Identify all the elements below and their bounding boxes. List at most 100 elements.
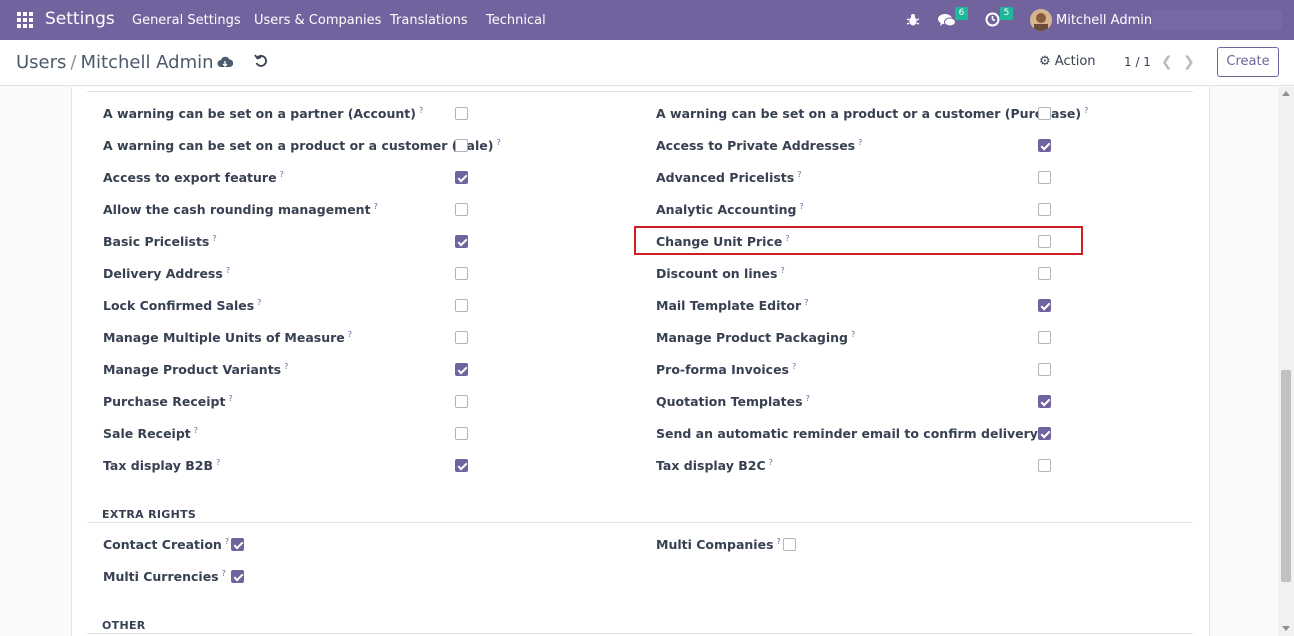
help-tooltip-icon[interactable]: ? [419, 106, 423, 115]
help-tooltip-icon[interactable]: ? [797, 170, 801, 179]
technical-right-label: Tax display B2C? [656, 458, 773, 474]
technical-right-label: Manage Product Packaging? [656, 330, 856, 346]
technical-left-checkbox[interactable] [455, 299, 468, 312]
technical-right-checkbox[interactable] [1038, 363, 1051, 376]
help-tooltip-icon[interactable]: ? [858, 138, 862, 147]
technical-left-checkbox[interactable] [455, 171, 468, 184]
technical-left-checkbox[interactable] [455, 235, 468, 248]
technical-left-label: Lock Confirmed Sales? [103, 298, 262, 314]
database-name-blurred [1152, 10, 1282, 30]
technical-right-label: Send an automatic reminder email to conf… [656, 426, 1045, 441]
help-tooltip-icon[interactable]: ? [769, 458, 773, 467]
menu-translations[interactable]: Translations [390, 13, 468, 28]
technical-left-checkbox[interactable] [455, 395, 468, 408]
help-tooltip-icon[interactable]: ? [194, 426, 198, 435]
help-tooltip-icon[interactable]: ? [226, 266, 230, 275]
user-avatar[interactable] [1030, 9, 1052, 31]
technical-left-checkbox[interactable] [455, 427, 468, 440]
breadcrumb: Users / Mitchell Admin [16, 52, 214, 73]
action-menu-button[interactable]: ⚙ Action [1039, 54, 1096, 69]
technical-right-checkbox[interactable] [1038, 203, 1051, 216]
breadcrumb-users-link[interactable]: Users [16, 52, 66, 73]
technical-right-checkbox[interactable] [1038, 427, 1051, 440]
breadcrumb-separator: / [70, 52, 77, 73]
other-separator [87, 633, 1193, 634]
save-cloud-icon[interactable] [217, 55, 233, 69]
create-button[interactable]: Create [1217, 47, 1279, 77]
help-tooltip-icon[interactable]: ? [792, 362, 796, 371]
technical-left-label: Manage Product Variants? [103, 362, 289, 378]
scroll-up-arrow-icon[interactable] [1282, 91, 1290, 96]
pager-next-icon[interactable]: ❯ [1183, 54, 1195, 70]
menu-technical[interactable]: Technical [486, 13, 546, 28]
help-tooltip-icon[interactable]: ? [799, 202, 803, 211]
technical-left-label: A warning can be set on a product or a c… [103, 138, 501, 154]
technical-right-label: Change Unit Price? [656, 234, 790, 250]
help-tooltip-icon[interactable]: ? [780, 266, 784, 275]
technical-left-label: Tax display B2B? [103, 458, 221, 474]
help-tooltip-icon[interactable]: ? [284, 362, 288, 371]
technical-right-checkbox[interactable] [1038, 459, 1051, 472]
technical-left-checkbox[interactable] [455, 331, 468, 344]
technical-right-checkbox[interactable] [1038, 299, 1051, 312]
technical-right-checkbox[interactable] [1038, 107, 1051, 120]
scrollbar-thumb[interactable] [1281, 370, 1291, 582]
technical-left-checkbox[interactable] [455, 203, 468, 216]
contact-creation-checkbox[interactable] [231, 538, 244, 551]
technical-right-checkbox[interactable] [1038, 139, 1051, 152]
technical-right-checkbox[interactable] [1038, 267, 1051, 280]
technical-left-checkbox[interactable] [455, 459, 468, 472]
activities-count-badge: 5 [1000, 7, 1013, 20]
debug-bug-icon[interactable] [906, 13, 920, 27]
activities-clock-icon[interactable] [985, 12, 1000, 27]
menu-general-settings[interactable]: General Settings [132, 13, 241, 28]
action-label: Action [1054, 54, 1096, 69]
help-tooltip-icon[interactable]: ? [216, 458, 220, 467]
top-navbar: Settings General Settings Users & Compan… [0, 0, 1294, 40]
technical-right-checkbox[interactable] [1038, 395, 1051, 408]
technical-right-checkbox[interactable] [1038, 235, 1051, 248]
technical-right-label: Pro-forma Invoices? [656, 362, 797, 378]
technical-left-checkbox[interactable] [455, 363, 468, 376]
technical-right-label: Quotation Templates? [656, 394, 810, 410]
multi-currencies-label: Multi Currencies? [103, 569, 226, 585]
help-tooltip-icon[interactable]: ? [374, 202, 378, 211]
help-tooltip-icon[interactable]: ? [280, 170, 284, 179]
technical-right-checkbox[interactable] [1038, 171, 1051, 184]
app-title[interactable]: Settings [45, 9, 115, 29]
help-tooltip-icon[interactable]: ? [1084, 106, 1088, 115]
apps-menu-icon[interactable] [17, 12, 33, 28]
pager-previous-icon[interactable]: ❮ [1161, 54, 1173, 70]
other-title: OTHER [102, 619, 146, 632]
technical-left-checkbox[interactable] [455, 107, 468, 120]
technical-left-label: Manage Multiple Units of Measure? [103, 330, 352, 346]
help-tooltip-icon[interactable]: ? [348, 330, 352, 339]
multi-currencies-checkbox[interactable] [231, 570, 244, 583]
help-tooltip-icon[interactable]: ? [806, 394, 810, 403]
technical-left-checkbox[interactable] [455, 139, 468, 152]
messages-count-badge: 6 [955, 7, 968, 20]
user-avatar-icon [1030, 9, 1052, 31]
technical-right-label: Access to Private Addresses? [656, 138, 863, 154]
help-tooltip-icon[interactable]: ? [851, 330, 855, 339]
technical-left-label: Purchase Receipt? [103, 394, 233, 410]
menu-users-companies[interactable]: Users & Companies [254, 13, 381, 28]
technical-right-checkbox[interactable] [1038, 331, 1051, 344]
discard-undo-icon[interactable] [254, 54, 268, 68]
help-tooltip-icon[interactable]: ? [785, 234, 789, 243]
contact-creation-label: Contact Creation? [103, 537, 230, 553]
help-tooltip-icon[interactable]: ? [228, 394, 232, 403]
technical-right-label: Discount on lines? [656, 266, 785, 282]
technical-left-checkbox[interactable] [455, 267, 468, 280]
scroll-down-arrow-icon[interactable] [1282, 626, 1290, 631]
messages-chat-icon[interactable] [938, 13, 956, 28]
pager-value[interactable]: 1 / 1 [1124, 55, 1151, 69]
help-tooltip-icon[interactable]: ? [804, 298, 808, 307]
technical-left-label: Delivery Address? [103, 266, 231, 282]
help-tooltip-icon[interactable]: ? [212, 234, 216, 243]
extra-rights-title: EXTRA RIGHTS [102, 508, 197, 521]
help-tooltip-icon[interactable]: ? [257, 298, 261, 307]
help-tooltip-icon[interactable]: ? [496, 138, 500, 147]
multi-companies-checkbox[interactable] [783, 538, 796, 551]
user-menu-name[interactable]: Mitchell Admin [1056, 13, 1152, 28]
